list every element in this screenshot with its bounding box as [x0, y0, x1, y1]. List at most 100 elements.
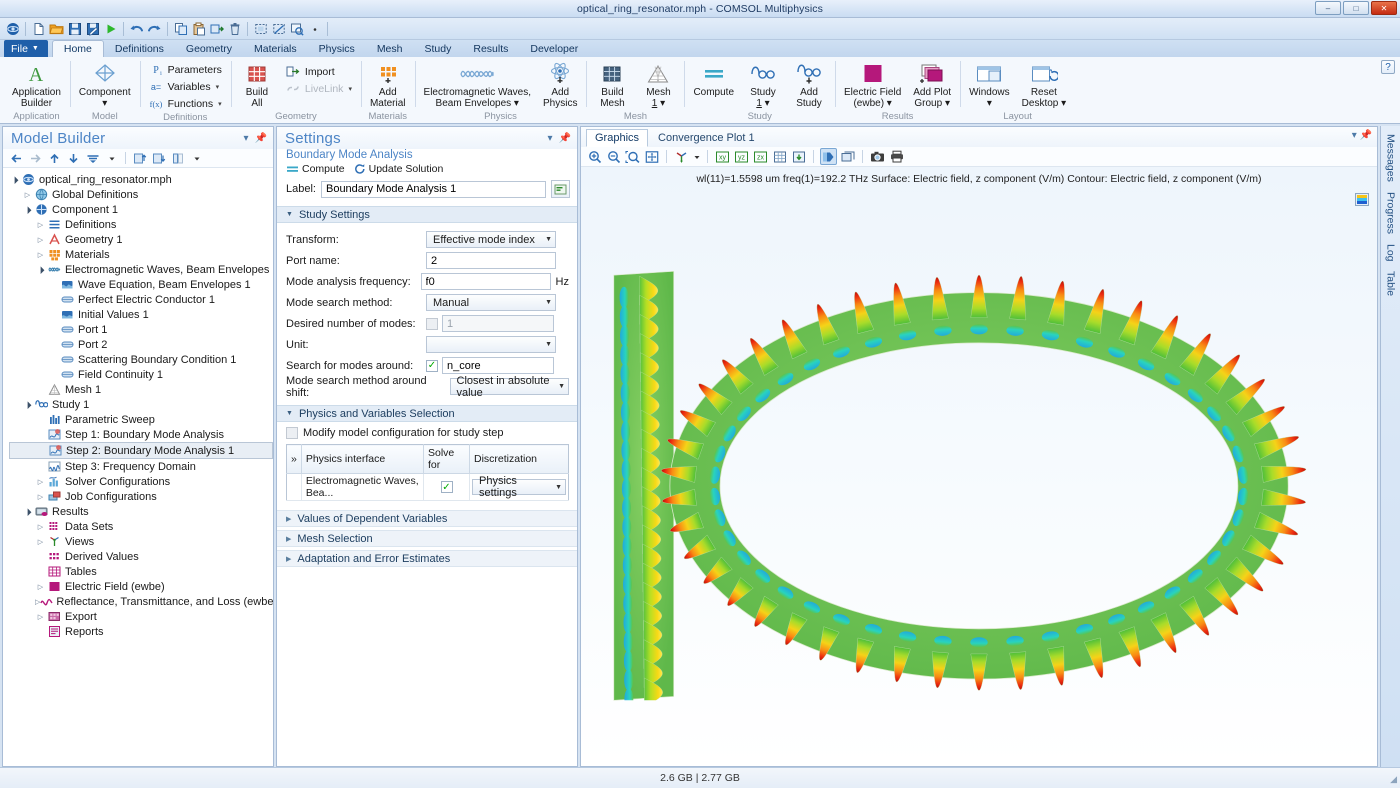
ribbon-tab-home[interactable]: Home: [51, 40, 104, 57]
go-to-yz-view-icon[interactable]: yz: [733, 148, 750, 165]
tree-node[interactable]: Reports: [9, 624, 273, 639]
tree-node[interactable]: Derived Values: [9, 549, 273, 564]
add-plot-group-button[interactable]: Add Plot Group ▾: [908, 60, 956, 110]
application-builder-button[interactable]: A Application Builder: [7, 60, 66, 110]
chevron-down-icon[interactable]: ▾: [548, 133, 553, 144]
tab-convergence-plot-1[interactable]: Convergence Plot 1: [649, 129, 764, 147]
model-tree[interactable]: ◢ optical_ring_resonator.mph ▷ Global Defin…: [3, 168, 273, 766]
view-caret-icon[interactable]: [692, 148, 701, 165]
label-toggle-icon[interactable]: [551, 180, 570, 198]
compute-button[interactable]: Compute: [688, 60, 739, 99]
pin-icon[interactable]: 📌: [559, 133, 571, 144]
study-1-button[interactable]: Study 1 ▾: [741, 60, 785, 110]
zoom-box-icon[interactable]: [624, 148, 641, 165]
cell-discretization[interactable]: Physics settings ▼: [469, 473, 569, 501]
reset-desktop-button[interactable]: Reset Desktop ▾: [1017, 60, 1071, 110]
tree-node[interactable]: Port 2: [9, 337, 273, 352]
tree-node[interactable]: ◢ Results: [9, 504, 273, 519]
modify-model-configuration-checkbox[interactable]: [286, 427, 298, 439]
tree-node[interactable]: ◢ optical_ring_resonator.mph: [9, 172, 273, 187]
variables-button[interactable]: a= Variables ▾: [146, 79, 225, 94]
cell-solve-for[interactable]: ✓: [423, 473, 470, 501]
tree-node[interactable]: ▷ Definitions: [9, 217, 273, 232]
component-button[interactable]: Component ▾: [74, 60, 136, 110]
tree-node[interactable]: ▷ Reflectance, Transmittance, and Loss (e…: [9, 594, 273, 609]
tree-node[interactable]: ▷ Materials: [9, 247, 273, 262]
tree-node[interactable]: ▷ Export: [9, 609, 273, 624]
expand-arrow-closed-icon[interactable]: ▷: [35, 236, 46, 244]
tree-node[interactable]: ◢ Component 1: [9, 202, 273, 217]
livelink-button[interactable]: LiveLink ▾: [283, 81, 355, 96]
paste-icon[interactable]: [190, 20, 207, 37]
electric-field-ewbe-button[interactable]: Electric Field (ewbe) ▾: [839, 60, 906, 110]
more-icon[interactable]: [306, 20, 323, 37]
tab-messages[interactable]: Messages: [1385, 134, 1397, 182]
tree-node[interactable]: Tables: [9, 564, 273, 579]
tree-node[interactable]: Field Continuity 1: [9, 367, 273, 382]
tree-node[interactable]: Perfect Electric Conductor 1: [9, 292, 273, 307]
comsol-logo-icon[interactable]: [4, 20, 21, 37]
expand-arrow-closed-icon[interactable]: ▷: [35, 613, 46, 621]
tree-node[interactable]: ▷ Job Configurations: [9, 489, 273, 504]
tree-node[interactable]: ◢ Electromagnetic Waves, Beam Envelopes: [9, 262, 273, 277]
mode-analysis-frequency-input[interactable]: [420, 273, 551, 290]
label-input[interactable]: [320, 180, 546, 198]
values-of-dependent-variables-section[interactable]: ▶ Values of Dependent Variables: [277, 510, 577, 527]
move-down-icon[interactable]: [65, 150, 82, 167]
electromagnetic-waves-beam-envelopes-button[interactable]: Electromagnetic Waves, Beam Envelopes ▾: [419, 60, 536, 110]
tree-node[interactable]: ▷ Global Definitions: [9, 187, 273, 202]
open-folder-icon[interactable]: [48, 20, 65, 37]
go-to-xy-view-icon[interactable]: xy: [714, 148, 731, 165]
resize-grip-icon[interactable]: ◢: [1390, 774, 1397, 785]
tab-graphics[interactable]: Graphics: [586, 129, 649, 147]
tree-node[interactable]: Port 1: [9, 322, 273, 337]
expand-arrow-closed-icon[interactable]: ▷: [35, 583, 46, 591]
mode-search-method-around-shift-select[interactable]: Closest in absolute value ▼: [449, 375, 569, 399]
filter-icon[interactable]: [169, 150, 186, 167]
expand-arrow-closed-icon[interactable]: ▷: [22, 191, 33, 199]
show-icon[interactable]: [84, 150, 101, 167]
transparency-icon[interactable]: [820, 148, 837, 165]
expand-arrow-closed-icon[interactable]: ▷: [35, 493, 46, 501]
copy-icon[interactable]: [172, 20, 189, 37]
search-for-modes-around-input[interactable]: [442, 357, 554, 374]
zoom-out-icon[interactable]: [605, 148, 622, 165]
tree-node[interactable]: Wave Equation, Beam Envelopes 1: [9, 277, 273, 292]
go-to-zx-view-icon[interactable]: zx: [752, 148, 769, 165]
compute-action[interactable]: Compute: [286, 163, 345, 175]
undo-icon[interactable]: [128, 20, 145, 37]
tab-log[interactable]: Log: [1385, 244, 1397, 262]
save-icon[interactable]: [66, 20, 83, 37]
maximize-button[interactable]: □: [1343, 1, 1369, 15]
add-material-button[interactable]: Add Material: [365, 60, 411, 110]
zoom-extents-icon[interactable]: [288, 20, 305, 37]
tree-node[interactable]: Scattering Boundary Condition 1: [9, 352, 273, 367]
windows-button[interactable]: Windows ▾: [964, 60, 1015, 110]
port-name-input[interactable]: [426, 252, 556, 269]
tree-node[interactable]: Step 2: Boundary Mode Analysis 1: [9, 442, 273, 459]
expand-arrow-closed-icon[interactable]: ▷: [35, 538, 46, 546]
unit-select[interactable]: ▼: [426, 336, 556, 353]
tree-node[interactable]: ◢ Study 1: [9, 397, 273, 412]
move-up-icon[interactable]: [46, 150, 63, 167]
tree-node[interactable]: Step 3: Frequency Domain: [9, 459, 273, 474]
show-caret-icon[interactable]: [103, 150, 120, 167]
solve-for-checkbox[interactable]: ✓: [440, 481, 453, 493]
close-button[interactable]: ✕: [1371, 1, 1397, 15]
forward-icon[interactable]: [27, 150, 44, 167]
ribbon-tab-study[interactable]: Study: [414, 40, 463, 57]
filter-caret-icon[interactable]: [188, 150, 205, 167]
functions-button[interactable]: f(x) Functions ▾: [146, 96, 225, 111]
mesh-1-button[interactable]: Mesh 1 ▾: [636, 60, 680, 110]
tree-node[interactable]: Parametric Sweep: [9, 412, 273, 427]
show-grid-icon[interactable]: [771, 148, 788, 165]
mesh-selection-section[interactable]: ▶ Mesh Selection: [277, 530, 577, 547]
ribbon-tab-materials[interactable]: Materials: [243, 40, 308, 57]
image-snapshot-icon[interactable]: [869, 148, 886, 165]
expand-arrow-closed-icon[interactable]: ▷: [35, 251, 46, 259]
ribbon-tab-geometry[interactable]: Geometry: [175, 40, 243, 57]
help-button[interactable]: ?: [1381, 60, 1395, 74]
expand-arrow-closed-icon[interactable]: ▷: [35, 221, 46, 229]
build-all-button[interactable]: Build All: [235, 60, 279, 110]
zoom-extents-icon[interactable]: [643, 148, 660, 165]
